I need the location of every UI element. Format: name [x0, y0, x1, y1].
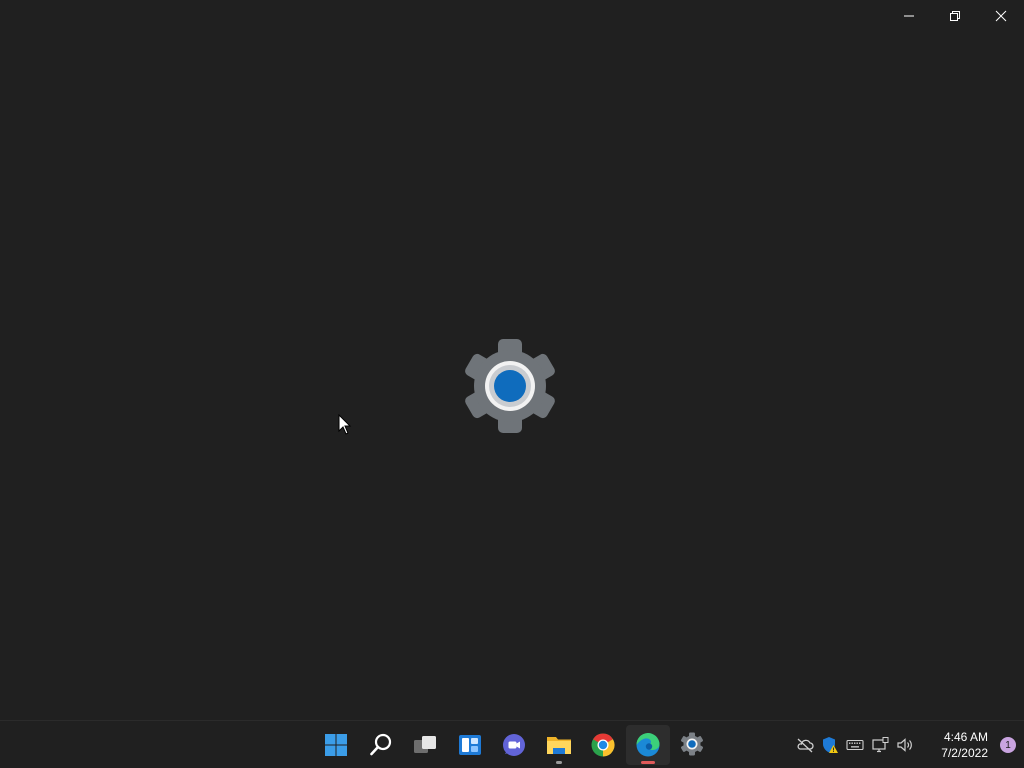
taskbar-clock[interactable]: 4:46 AM 7/2/2022	[924, 729, 988, 761]
mouse-cursor-icon	[338, 414, 352, 435]
start-button[interactable]	[314, 725, 358, 765]
taskbar: 4:46 AM 7/2/2022 1	[0, 720, 1024, 768]
settings-splash-gear-icon	[460, 338, 560, 434]
minimize-button[interactable]	[886, 0, 932, 32]
widgets-icon	[458, 735, 481, 755]
close-button[interactable]	[978, 0, 1024, 32]
restore-button[interactable]	[932, 0, 978, 32]
task-view-icon	[414, 736, 436, 753]
onedrive-offline-icon[interactable]	[793, 733, 817, 757]
notification-count-badge: 1	[1000, 737, 1016, 753]
chrome-icon	[591, 733, 615, 757]
edge-button[interactable]	[625, 725, 670, 765]
file-explorer-button[interactable]	[537, 725, 581, 765]
teams-chat-button[interactable]	[492, 725, 536, 765]
search-button[interactable]	[359, 725, 403, 765]
widgets-button[interactable]	[448, 725, 492, 765]
system-tray: 4:46 AM 7/2/2022 1	[793, 721, 1024, 768]
clock-date: 7/2/2022	[941, 746, 988, 760]
close-icon	[995, 10, 1007, 22]
settings-button[interactable]	[670, 725, 714, 765]
security-warning-icon[interactable]	[818, 733, 842, 757]
network-icon[interactable]	[868, 733, 892, 757]
windows-logo-icon	[325, 734, 347, 756]
edge-icon	[635, 732, 659, 757]
taskbar-app-icons	[314, 721, 715, 768]
minimize-icon	[904, 15, 914, 17]
gear-icon	[680, 732, 704, 756]
keyboard-icon[interactable]	[843, 733, 867, 757]
search-icon	[369, 733, 391, 756]
restore-icon	[950, 11, 960, 21]
volume-icon[interactable]	[893, 733, 917, 757]
clock-time: 4:46 AM	[943, 730, 988, 744]
window-caption-buttons	[886, 0, 1024, 32]
notification-center-button[interactable]: 1	[992, 725, 1024, 765]
running-indicator	[555, 761, 562, 764]
folder-icon	[546, 737, 571, 754]
task-view-button[interactable]	[403, 725, 447, 765]
chrome-button[interactable]	[581, 725, 625, 765]
teams-chat-icon	[503, 734, 525, 756]
active-indicator	[640, 761, 655, 764]
